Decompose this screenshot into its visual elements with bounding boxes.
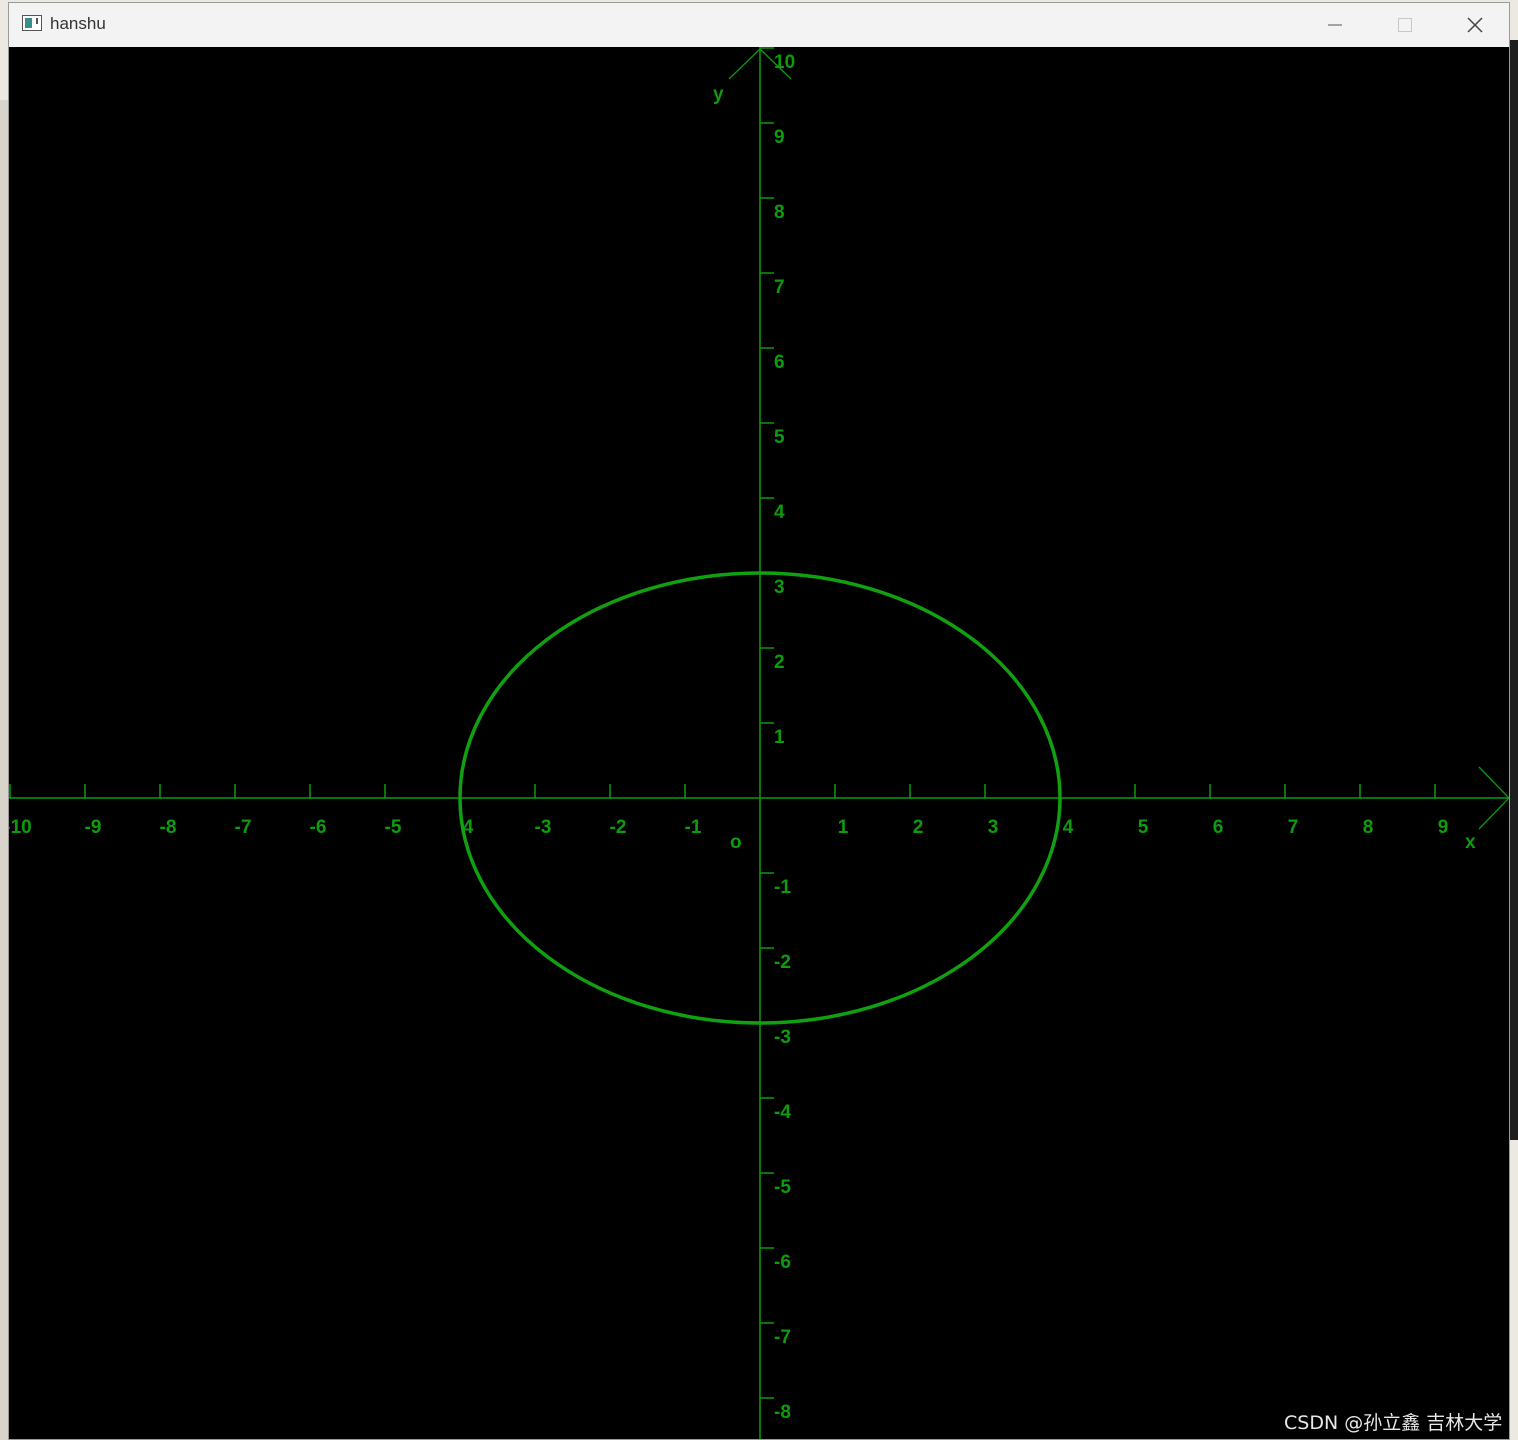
y-tick-label: 6 xyxy=(774,352,785,373)
y-tick-label: 3 xyxy=(774,577,785,598)
graph-canvas: -10-9-8-7-6-54-3-2-112345678910987654321… xyxy=(9,47,1509,1439)
x-tick-label: 6 xyxy=(1213,817,1224,838)
y-tick-label: -4 xyxy=(774,1102,791,1123)
y-tick-label: -2 xyxy=(774,952,791,973)
maximize-icon xyxy=(1398,18,1412,32)
y-tick-label: -5 xyxy=(774,1177,791,1198)
x-tick-label: 5 xyxy=(1138,817,1149,838)
minimize-icon xyxy=(1328,24,1342,26)
maximize-button[interactable] xyxy=(1370,3,1440,47)
minimize-button[interactable] xyxy=(1300,3,1370,47)
x-tick-label: -9 xyxy=(85,817,102,838)
background-window-edge-left xyxy=(0,100,8,1440)
x-tick-label: 3 xyxy=(988,817,999,838)
window-title: hanshu xyxy=(50,14,106,33)
x-tick-label: -2 xyxy=(610,817,627,838)
y-axis-label: y xyxy=(713,84,724,105)
y-tick-label: -8 xyxy=(774,1402,791,1423)
origin-label: o xyxy=(730,832,742,853)
x-tick-label: -10 xyxy=(9,817,32,838)
x-axis-label: x xyxy=(1465,832,1476,853)
x-tick-label: -1 xyxy=(685,817,702,838)
y-tick-label: -1 xyxy=(774,877,791,898)
window-app-icon xyxy=(22,15,42,31)
close-icon xyxy=(1467,17,1483,33)
csdn-watermark: CSDN @孙立鑫 吉林大学 xyxy=(1284,1412,1503,1434)
y-tick-label: 10 xyxy=(774,52,795,73)
close-button[interactable] xyxy=(1440,3,1510,47)
x-tick-label: -6 xyxy=(310,817,327,838)
x-tick-label: -3 xyxy=(535,817,552,838)
x-tick-label: 2 xyxy=(913,817,924,838)
y-tick-label: 9 xyxy=(774,127,785,148)
x-tick-label: 8 xyxy=(1363,817,1374,838)
y-tick-label: 1 xyxy=(774,727,785,748)
function-plot: -10-9-8-7-6-54-3-2-112345678910987654321… xyxy=(9,47,1509,1439)
y-tick-label: 2 xyxy=(774,652,785,673)
x-tick-label: -7 xyxy=(235,817,252,838)
x-tick-label: 4 xyxy=(1063,817,1074,838)
x-tick-label: 9 xyxy=(1438,817,1449,838)
y-tick-label: -7 xyxy=(774,1327,791,1348)
y-tick-label: 5 xyxy=(774,427,785,448)
x-tick-label: 1 xyxy=(838,817,849,838)
y-tick-label: -6 xyxy=(774,1252,791,1273)
y-tick-label: 4 xyxy=(774,502,785,523)
y-tick-label: -3 xyxy=(774,1027,791,1048)
background-window-edge xyxy=(1510,40,1518,1140)
x-tick-label: -8 xyxy=(160,817,177,838)
app-window: hanshu -10 -9 -8 -7 -6 -5 4 -3 -2 -1 1 2 3 4 5 6 7 8 9 10 9 8… xyxy=(8,2,1510,1440)
y-tick-label: 8 xyxy=(774,202,785,223)
y-tick-label: 7 xyxy=(774,277,785,298)
title-bar[interactable]: hanshu xyxy=(9,3,1509,47)
x-tick-label: -5 xyxy=(385,817,402,838)
x-tick-label: 7 xyxy=(1288,817,1299,838)
